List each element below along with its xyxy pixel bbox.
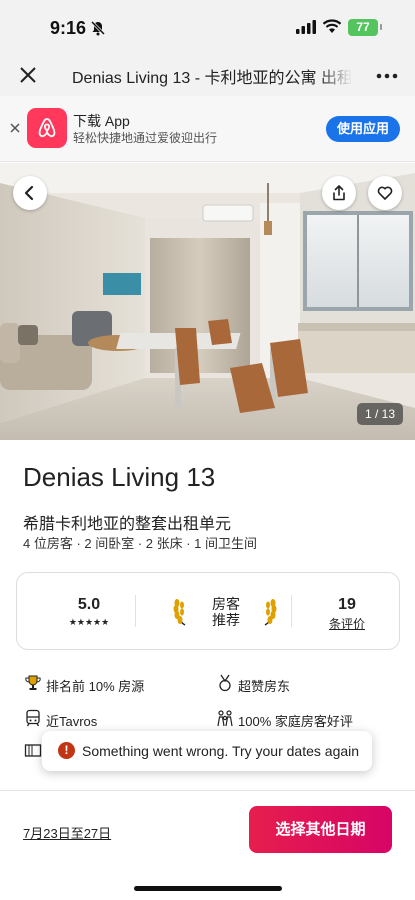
highlight-top-listing: 排名前 10% 房源 — [46, 679, 145, 694]
trophy-icon — [25, 675, 41, 690]
error-message: Something went wrong. Try your dates aga… — [82, 743, 360, 759]
error-toast: ! Something went wrong. Try your dates a… — [42, 731, 372, 771]
share-icon — [333, 185, 345, 201]
chevron-left-icon — [24, 185, 34, 201]
room-photo-image — [0, 163, 415, 440]
guest-favorite-line2: 推荐 — [212, 612, 240, 628]
wifi-icon — [322, 19, 342, 33]
banner-close-icon[interactable] — [10, 123, 20, 133]
share-button[interactable] — [322, 176, 356, 210]
highlight-superhost: 超赞房东 — [238, 679, 291, 694]
banner-subtitle: 轻松快捷地通过爱彼迎出行 — [73, 131, 218, 145]
reviews-count: 19 — [338, 596, 356, 613]
back-button[interactable] — [13, 176, 47, 210]
banner-title: 下载 App — [73, 113, 130, 129]
rating-value: 5.0 — [77, 596, 101, 613]
battery-tip — [380, 24, 382, 30]
airbnb-logo-icon — [27, 108, 67, 148]
highlight-location: 近Tavros — [46, 714, 98, 729]
battery-indicator: 77 — [348, 19, 378, 36]
save-button[interactable] — [368, 176, 402, 210]
family-icon — [217, 710, 233, 727]
photo-counter: 1 / 13 — [357, 403, 403, 425]
rating-stars: ★★★★★ — [68, 617, 110, 627]
booking-footer: 7月23日至27日 选择其他日期 — [0, 790, 415, 866]
heart-icon — [377, 186, 393, 200]
medal-icon — [219, 674, 231, 692]
status-time: 9:16 — [50, 18, 87, 38]
laurel-right-icon — [264, 599, 277, 626]
more-options-icon[interactable] — [376, 73, 398, 79]
select-other-dates-button[interactable]: 选择其他日期 — [249, 806, 392, 853]
bell-off-icon — [90, 20, 106, 36]
crib-icon — [24, 744, 42, 757]
signal-icon — [296, 20, 316, 34]
browser-header: Denias Living 13 - 卡利地亚的公寓 出租 — [0, 56, 415, 96]
laurel-left-icon — [173, 599, 186, 626]
transit-icon — [26, 709, 40, 727]
rating-card[interactable]: 5.0 ★★★★★ 房客 推荐 19 条评价 — [16, 572, 400, 650]
close-icon[interactable] — [18, 65, 38, 85]
listing-details: 4 位房客 · 2 间卧室 · 2 张床 · 1 间卫生间 — [23, 536, 258, 551]
status-bar: 9:16 77 — [0, 0, 415, 56]
divider — [135, 595, 136, 627]
reviews-link[interactable]: 条评价 — [323, 615, 371, 632]
page-title: Denias Living 13 - 卡利地亚的公寓 出租 — [72, 70, 352, 87]
listing-photo[interactable] — [0, 163, 415, 440]
use-app-button[interactable]: 使用应用 — [326, 116, 400, 142]
divider — [291, 595, 292, 627]
error-icon: ! — [58, 742, 75, 759]
listing-subtitle: 希腊卡利地亚的整套出租单元 — [23, 516, 232, 533]
selected-dates-link[interactable]: 7月23日至27日 — [23, 823, 111, 842]
listing-title: Denias Living 13 — [23, 462, 216, 492]
home-indicator — [134, 886, 282, 891]
highlight-family-reviews: 100% 家庭房客好评 — [238, 714, 353, 729]
